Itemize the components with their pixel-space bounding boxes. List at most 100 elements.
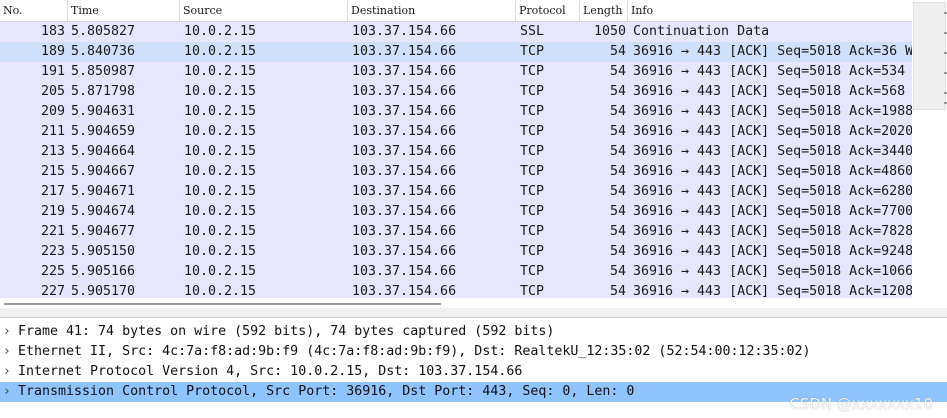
horizontal-scrollbar-thumb[interactable]	[4, 303, 441, 305]
packet-cell-time: 5.904674	[71, 204, 136, 219]
packet-row[interactable]: 205 5.871798 10.0.2.15 103.37.154.66 TCP 54 36…	[0, 82, 912, 102]
packet-cell-protocol: TCP	[520, 84, 545, 99]
column-header-time[interactable]: Time	[68, 0, 180, 22]
details-tree-item[interactable]: › Frame 41: 74 bytes on wire (592 bits), …	[0, 322, 947, 342]
packet-cell-source: 10.0.2.15	[184, 144, 257, 159]
packet-cell-info: 36916 → 443 [ACK] Seq=5018 Ack=3440	[633, 144, 912, 159]
packet-cell-source: 10.0.2.15	[184, 84, 257, 99]
packet-row[interactable]: 213 5.904664 10.0.2.15 103.37.154.66 TCP 54 36…	[0, 142, 912, 162]
packet-cell-time: 5.805827	[71, 24, 136, 39]
packet-cell-destination: 103.37.154.66	[352, 44, 457, 59]
packet-cell-info: 36916 → 443 [ACK] Seq=5018 Ack=568	[633, 84, 906, 99]
packet-cell-destination: 103.37.154.66	[352, 144, 457, 159]
packet-cell-source: 10.0.2.15	[184, 224, 257, 239]
packet-cell-destination: 103.37.154.66	[352, 284, 457, 298]
packet-cell-time: 5.905166	[71, 264, 136, 279]
packet-row[interactable]: 219 5.904674 10.0.2.15 103.37.154.66 TCP 54 36…	[0, 202, 912, 222]
details-tree-item[interactable]: › Internet Protocol Version 4, Src: 10.0.…	[0, 362, 947, 382]
packet-cell-source: 10.0.2.15	[184, 204, 257, 219]
packet-cell-no: 225	[40, 264, 65, 279]
packet-cell-source: 10.0.2.15	[184, 164, 257, 179]
packet-cell-destination: 103.37.154.66	[352, 64, 457, 79]
packet-list-vertical-scrollbar[interactable]	[912, 0, 947, 298]
vertical-scrollbar-thumb[interactable]	[913, 2, 946, 110]
details-tree-item-label: Ethernet II, Src: 4c:7a:f8:ad:9b:f9 (4c:…	[18, 344, 811, 359]
packet-cell-time: 5.905150	[71, 244, 136, 259]
packet-cell-time: 5.850987	[71, 64, 136, 79]
packet-cell-time: 5.904664	[71, 144, 136, 159]
chevron-right-icon[interactable]: ›	[1, 342, 13, 362]
packet-cell-time: 5.904671	[71, 184, 136, 199]
packet-cell-no: 221	[40, 224, 65, 239]
packet-row[interactable]: 191 5.850987 10.0.2.15 103.37.154.66 TCP 54 36…	[0, 62, 912, 82]
packet-row[interactable]: 221 5.904677 10.0.2.15 103.37.154.66 TCP 54 36…	[0, 222, 912, 242]
packet-row[interactable]: 225 5.905166 10.0.2.15 103.37.154.66 TCP 54 36…	[0, 262, 912, 282]
packet-cell-no: 183	[40, 24, 65, 39]
packet-row[interactable]: 227 5.905170 10.0.2.15 103.37.154.66 TCP 54 36…	[0, 282, 912, 298]
packet-cell-no: 213	[40, 144, 65, 159]
packet-cell-length: 54	[609, 264, 626, 279]
packet-cell-destination: 103.37.154.66	[352, 84, 457, 99]
packet-cell-source: 10.0.2.15	[184, 44, 257, 59]
packet-cell-info: 36916 → 443 [ACK] Seq=5018 Ack=9248	[633, 244, 912, 259]
column-header-protocol[interactable]: Protocol	[516, 0, 580, 22]
packet-cell-no: 191	[40, 64, 65, 79]
packet-cell-destination: 103.37.154.66	[352, 164, 457, 179]
packet-cell-no: 227	[40, 284, 65, 298]
watermark: CSDN @xxxxxxx10	[789, 395, 933, 413]
packet-cell-info: 36916 → 443 [ACK] Seq=5018 Ack=7700	[633, 204, 912, 219]
packet-cell-protocol: SSL	[520, 24, 545, 39]
column-header-length[interactable]: Length	[580, 0, 628, 22]
packet-cell-length: 54	[609, 184, 626, 199]
packet-cell-length: 54	[609, 84, 626, 99]
packet-cell-no: 223	[40, 244, 65, 259]
packet-row[interactable]: 189 5.840736 10.0.2.15 103.37.154.66 TCP 54 36…	[0, 42, 912, 62]
packet-cell-time: 5.905170	[71, 284, 136, 298]
packet-cell-protocol: TCP	[520, 224, 545, 239]
packet-cell-destination: 103.37.154.66	[352, 204, 457, 219]
packet-cell-protocol: TCP	[520, 144, 545, 159]
details-tree-item[interactable]: › Ethernet II, Src: 4c:7a:f8:ad:9b:f9 (4c…	[0, 342, 947, 362]
packet-cell-destination: 103.37.154.66	[352, 224, 457, 239]
packet-cell-protocol: TCP	[520, 264, 545, 279]
packet-row[interactable]: 217 5.904671 10.0.2.15 103.37.154.66 TCP 54 36…	[0, 182, 912, 202]
column-header-source[interactable]: Source	[180, 0, 348, 22]
column-header-info[interactable]: Info	[628, 0, 912, 22]
packet-list-horizontal-scrollbar[interactable]	[0, 298, 947, 308]
packet-row[interactable]: 223 5.905150 10.0.2.15 103.37.154.66 TCP 54 36…	[0, 242, 912, 262]
details-tree-item-label: Frame 41: 74 bytes on wire (592 bits), 7…	[18, 324, 555, 339]
packet-cell-protocol: TCP	[520, 204, 545, 219]
packet-row[interactable]: 215 5.904667 10.0.2.15 103.37.154.66 TCP 54 36…	[0, 162, 912, 182]
packet-cell-no: 189	[40, 44, 65, 59]
packet-cell-no: 205	[40, 84, 65, 99]
packet-cell-time: 5.904667	[71, 164, 136, 179]
chevron-right-icon[interactable]: ›	[1, 362, 13, 382]
packet-row[interactable]: 211 5.904659 10.0.2.15 103.37.154.66 TCP 54 36…	[0, 122, 912, 142]
chevron-right-icon[interactable]: ›	[1, 322, 13, 342]
packet-cell-protocol: TCP	[520, 64, 545, 79]
chevron-right-icon[interactable]: ›	[1, 382, 13, 402]
details-tree-item-label: Internet Protocol Version 4, Src: 10.0.2…	[18, 364, 523, 379]
packet-cell-time: 5.871798	[71, 84, 136, 99]
packet-cell-length: 1050	[593, 24, 626, 39]
packet-cell-protocol: TCP	[520, 244, 545, 259]
packet-list-rows: 183 5.805827 10.0.2.15 103.37.154.66 SSL 1050…	[0, 22, 912, 298]
packet-cell-info: 36916 → 443 [ACK] Seq=5018 Ack=7828	[633, 224, 912, 239]
packet-row[interactable]: 209 5.904631 10.0.2.15 103.37.154.66 TCP 54 36…	[0, 102, 912, 122]
pane-splitter[interactable]	[0, 308, 947, 318]
packet-cell-length: 54	[609, 124, 626, 139]
details-tree-item-label: Transmission Control Protocol, Src Port:…	[18, 384, 635, 399]
packet-row[interactable]: 183 5.805827 10.0.2.15 103.37.154.66 SSL 1050…	[0, 22, 912, 42]
packet-cell-length: 54	[609, 204, 626, 219]
packet-cell-destination: 103.37.154.66	[352, 244, 457, 259]
packet-cell-no: 209	[40, 104, 65, 119]
packet-cell-length: 54	[609, 64, 626, 79]
column-header-no[interactable]: No.	[0, 0, 68, 22]
packet-cell-no: 215	[40, 164, 65, 179]
packet-cell-protocol: TCP	[520, 164, 545, 179]
packet-list: No. Time Source Destination Protocol Len…	[0, 0, 947, 308]
packet-cell-length: 54	[609, 244, 626, 259]
column-header-destination[interactable]: Destination	[348, 0, 516, 22]
packet-cell-source: 10.0.2.15	[184, 24, 257, 39]
packet-cell-protocol: TCP	[520, 104, 545, 119]
